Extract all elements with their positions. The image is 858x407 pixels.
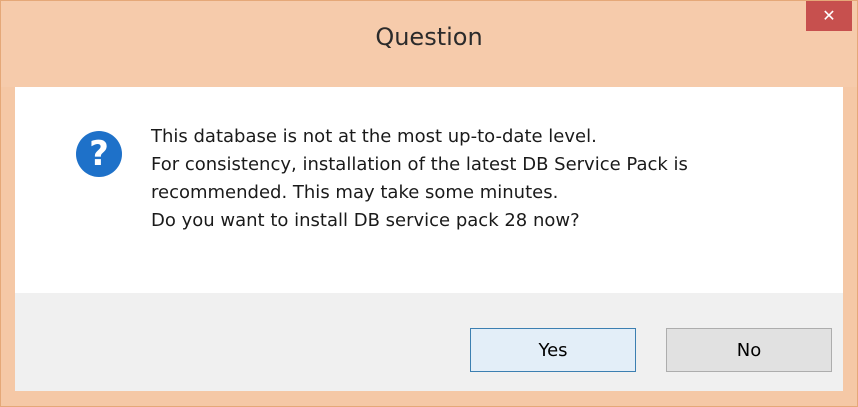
message-line-4: Do you want to install DB service pack 2… <box>151 210 580 231</box>
button-panel: Yes No <box>15 293 843 391</box>
question-dialog: Question ✕ ? This database is not at the… <box>0 0 858 407</box>
dialog-title: Question <box>375 23 483 51</box>
no-button[interactable]: No <box>666 328 832 372</box>
question-icon: ? <box>76 131 122 177</box>
close-button[interactable]: ✕ <box>806 1 852 31</box>
message-line-1: This database is not at the most up-to-d… <box>151 126 597 147</box>
message-area: ? This database is not at the most up-to… <box>15 87 843 293</box>
close-icon: ✕ <box>822 6 836 25</box>
message-line-3: recommended. This may take some minutes. <box>151 182 559 203</box>
message-line-2: For consistency, installation of the lat… <box>151 154 688 175</box>
message-text: This database is not at the most up-to-d… <box>151 123 811 235</box>
yes-button[interactable]: Yes <box>470 328 636 372</box>
title-bar[interactable]: Question ✕ <box>1 1 857 87</box>
